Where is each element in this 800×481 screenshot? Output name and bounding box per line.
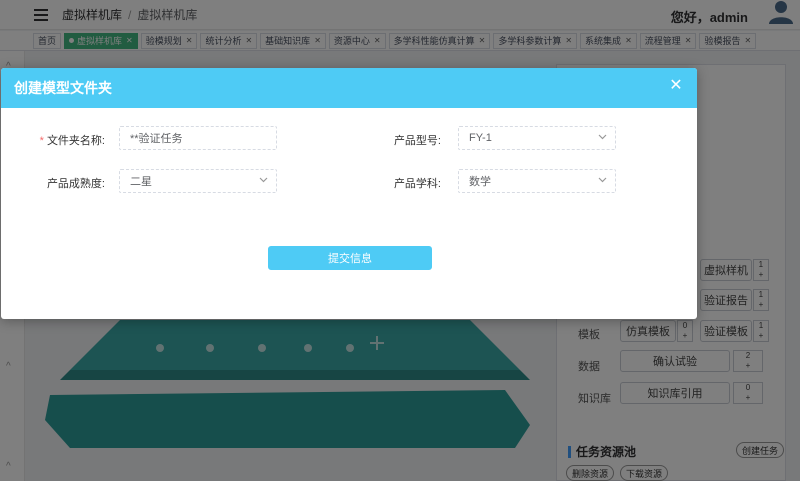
product-model-value: FY-1 <box>469 132 492 144</box>
chevron-down-icon <box>259 175 268 184</box>
submit-button[interactable]: 提交信息 <box>268 246 432 270</box>
chevron-down-icon <box>598 175 607 184</box>
product-model-label: 产品型号: <box>393 135 441 147</box>
required-asterisk: * <box>39 135 44 147</box>
folder-name-value: **验证任务 <box>130 133 183 145</box>
product-subject-label: 产品学科: <box>393 178 441 190</box>
product-subject-value: 数学 <box>469 176 491 188</box>
create-folder-dialog: 创建模型文件夹 ✕ * 文件夹名称: **验证任务 产品型号: FY-1 产品成熟… <box>1 68 697 319</box>
folder-name-input[interactable]: **验证任务 <box>119 126 277 150</box>
close-icon[interactable]: ✕ <box>669 78 683 94</box>
folder-name-label-text: 文件夹名称: <box>46 135 105 147</box>
chevron-down-icon <box>598 132 607 141</box>
product-model-select[interactable]: FY-1 <box>458 126 616 150</box>
dialog-title: 创建模型文件夹 <box>14 80 112 96</box>
folder-name-label: * 文件夹名称: <box>15 132 105 148</box>
product-subject-select[interactable]: 数学 <box>458 169 616 193</box>
product-maturity-select[interactable]: 二星 <box>119 169 277 193</box>
product-maturity-label: 产品成熟度: <box>46 178 105 190</box>
product-maturity-value: 二星 <box>130 176 152 188</box>
dialog-header: 创建模型文件夹 ✕ <box>1 68 697 108</box>
